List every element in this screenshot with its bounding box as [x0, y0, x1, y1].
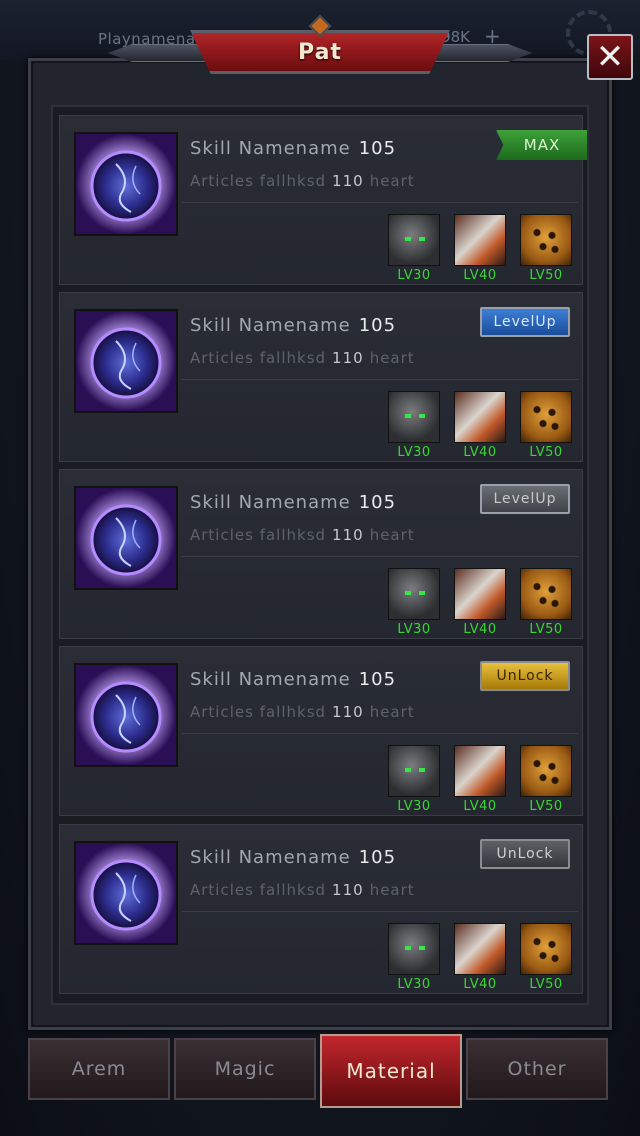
pet-leopard[interactable]: LV50: [520, 214, 572, 286]
pet-leopard[interactable]: LV50: [520, 391, 572, 463]
divider: [182, 911, 578, 912]
skill-level: 105: [358, 847, 397, 868]
unlock-button[interactable]: UnLock: [480, 661, 570, 691]
skill-card[interactable]: Skill Namename 105 Articles fallhksd 110 he…: [59, 469, 583, 639]
tab-other[interactable]: Other: [466, 1038, 608, 1100]
pet-level: LV30: [397, 622, 431, 637]
skill-orb-icon: [74, 486, 178, 590]
skill-orb-icon: [74, 309, 178, 413]
wolf-icon: [388, 391, 440, 443]
skill-level: 105: [358, 492, 397, 513]
levelup-button[interactable]: LevelUp: [480, 484, 570, 514]
pet-fox[interactable]: LV40: [454, 391, 506, 463]
skill-orb-icon: [74, 841, 178, 945]
divider: [182, 202, 578, 203]
pet-wolf[interactable]: LV30: [388, 745, 440, 817]
pet-panel: Skill Namename 105 Articles fallhksd 110 he…: [28, 58, 612, 1030]
wolf-icon: [388, 745, 440, 797]
skill-name: Skill Namename 105: [190, 492, 397, 513]
fox-icon: [454, 568, 506, 620]
skill-description: Articles fallhksd 110 heart: [190, 172, 415, 190]
unlock-button[interactable]: UnLock: [480, 839, 570, 869]
close-icon: ✕: [595, 37, 625, 77]
skill-orb-icon: [74, 132, 178, 236]
divider: [182, 556, 578, 557]
pet-level: LV30: [397, 445, 431, 460]
leopard-icon: [520, 391, 572, 443]
pet-level: LV50: [529, 445, 563, 460]
title-banner: Pat: [108, 14, 532, 78]
pet-level: LV40: [463, 445, 497, 460]
skill-card[interactable]: Skill Namename 105 Articles fallhksd 110 he…: [59, 115, 587, 286]
pet-fox[interactable]: LV40: [454, 745, 506, 817]
skill-name: Skill Namename 105: [190, 315, 397, 336]
skill-orb-icon: [74, 663, 178, 767]
fox-icon: [454, 745, 506, 797]
fox-icon: [454, 214, 506, 266]
pet-level: LV30: [397, 977, 431, 992]
pet-leopard[interactable]: LV50: [520, 568, 572, 640]
pet-level: LV40: [463, 977, 497, 992]
skill-card[interactable]: Skill Namename 105 Articles fallhksd 110 he…: [59, 292, 583, 462]
divider: [182, 733, 578, 734]
skill-name: Skill Namename 105: [190, 138, 397, 159]
leopard-icon: [520, 568, 572, 620]
leopard-icon: [520, 745, 572, 797]
tab-arem[interactable]: Arem: [28, 1038, 170, 1100]
leopard-icon: [520, 923, 572, 975]
skill-description: Articles fallhksd 110 heart: [190, 526, 415, 544]
pet-list: LV30 LV40 LV50: [388, 745, 578, 817]
wolf-icon: [388, 568, 440, 620]
pet-wolf[interactable]: LV30: [388, 214, 440, 286]
pet-wolf[interactable]: LV30: [388, 391, 440, 463]
skill-description: Articles fallhksd 110 heart: [190, 703, 415, 721]
tab-bar: Arem Magic Material Other: [28, 1030, 612, 1110]
skill-description: Articles fallhksd 110 heart: [190, 881, 415, 899]
skill-level: 105: [358, 315, 397, 336]
tab-magic[interactable]: Magic: [174, 1038, 316, 1100]
leopard-icon: [520, 214, 572, 266]
pet-level: LV50: [529, 977, 563, 992]
skill-name: Skill Namename 105: [190, 669, 397, 690]
skill-description: Articles fallhksd 110 heart: [190, 349, 415, 367]
pet-level: LV40: [463, 799, 497, 814]
skill-name: Skill Namename 105: [190, 847, 397, 868]
divider: [182, 379, 578, 380]
skill-list[interactable]: Skill Namename 105 Articles fallhksd 110 he…: [51, 105, 589, 1005]
pet-level: LV50: [529, 268, 563, 283]
fox-icon: [454, 391, 506, 443]
pet-level: LV50: [529, 622, 563, 637]
pet-level: LV30: [397, 799, 431, 814]
pet-level: LV40: [463, 268, 497, 283]
wolf-icon: [388, 923, 440, 975]
skill-card[interactable]: Skill Namename 105 Articles fallhksd 110 he…: [59, 824, 583, 994]
pet-fox[interactable]: LV40: [454, 568, 506, 640]
pet-wolf[interactable]: LV30: [388, 923, 440, 995]
pet-list: LV30 LV40 LV50: [388, 391, 578, 463]
pet-level: LV30: [397, 268, 431, 283]
levelup-button[interactable]: LevelUp: [480, 307, 570, 337]
pet-wolf[interactable]: LV30: [388, 568, 440, 640]
skill-card[interactable]: Skill Namename 105 Articles fallhksd 110 he…: [59, 646, 583, 816]
close-button[interactable]: ✕: [587, 34, 633, 80]
pet-list: LV30 LV40 LV50: [388, 568, 578, 640]
pet-fox[interactable]: LV40: [454, 214, 506, 286]
tab-material[interactable]: Material: [320, 1034, 462, 1108]
pet-list: LV30 LV40 LV50: [388, 923, 578, 995]
pet-leopard[interactable]: LV50: [520, 745, 572, 817]
pet-level: LV40: [463, 622, 497, 637]
page-title: Pat: [298, 39, 342, 65]
pet-leopard[interactable]: LV50: [520, 923, 572, 995]
skill-level: 105: [358, 138, 397, 159]
pet-level: LV50: [529, 799, 563, 814]
max-badge: MAX: [496, 130, 587, 160]
fox-icon: [454, 923, 506, 975]
skill-level: 105: [358, 669, 397, 690]
pet-list: LV30 LV40 LV50: [388, 214, 578, 286]
wolf-icon: [388, 214, 440, 266]
pet-fox[interactable]: LV40: [454, 923, 506, 995]
